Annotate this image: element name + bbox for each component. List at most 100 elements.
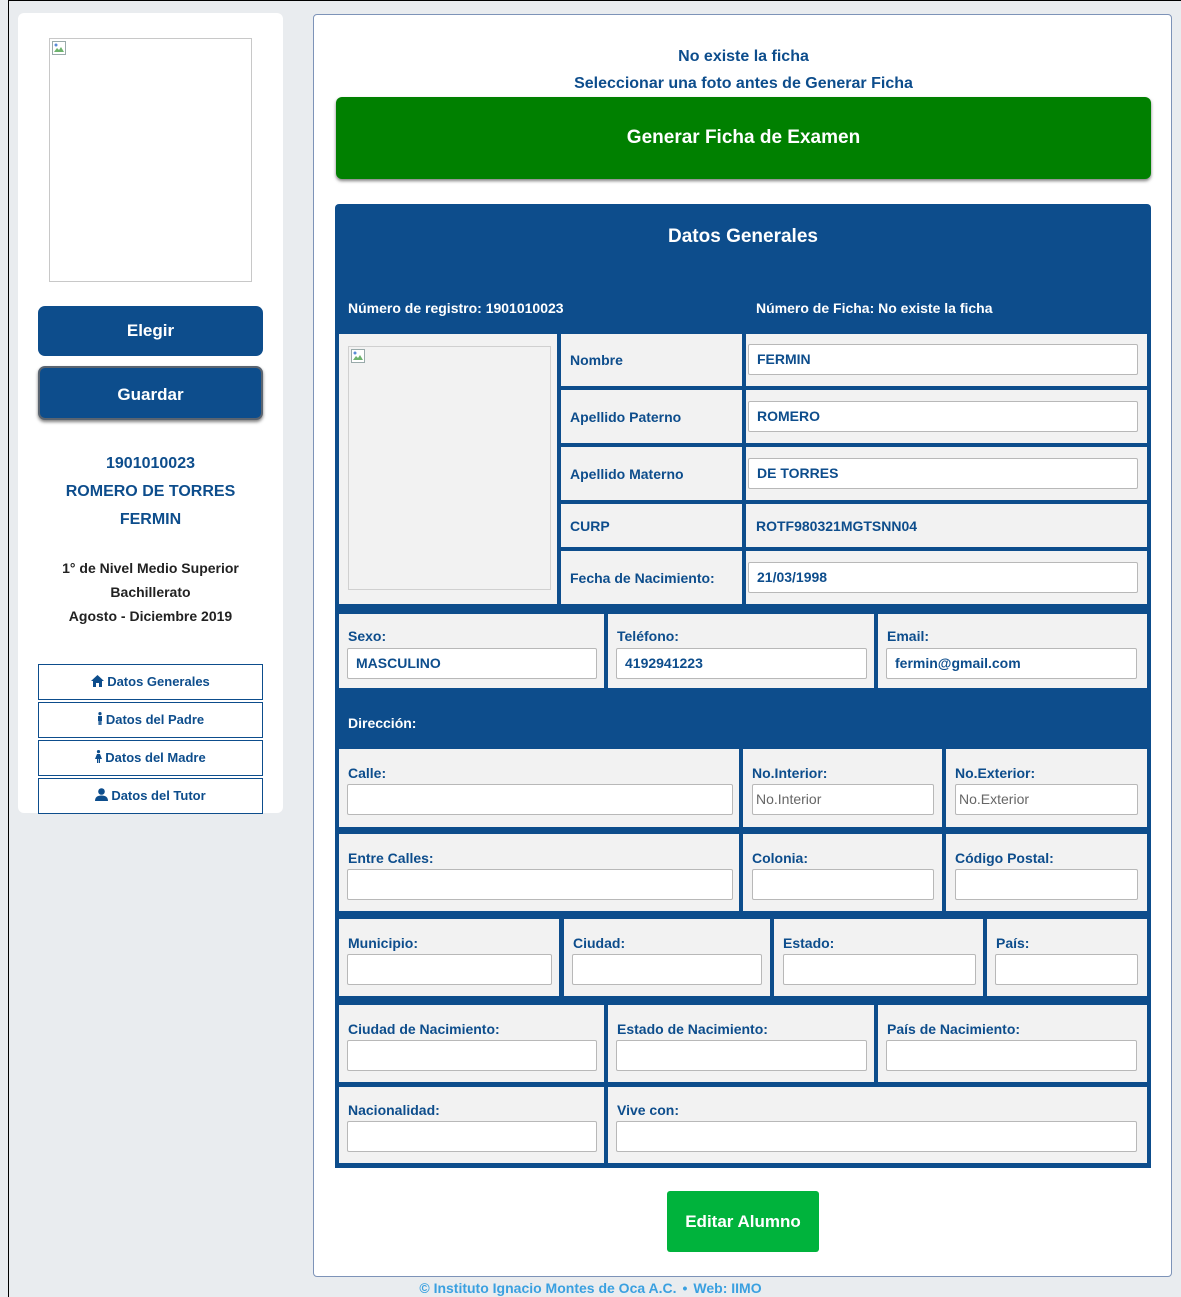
student-lastnames: ROMERO DE TORRES [65,483,236,500]
entre-calles-label: Entre Calles: [348,850,434,866]
sidebar: Elegir Guardar 1901010023 ROMERO DE TORR… [18,13,283,816]
sidebar-item-datos-padre[interactable]: Datos del Padre [38,702,263,738]
no-exterior-cell: No.Exterior: No.Exterior [946,749,1147,827]
ciudad-nac-label: Ciudad de Nacimiento: [348,1021,500,1037]
no-interior-label: No.Interior: [752,765,828,781]
ciudad-cell: Ciudad: [564,919,770,996]
no-exterior-field[interactable]: No.Exterior [955,784,1138,815]
section-title: Datos Generales [668,226,818,247]
curp-value: ROTF980321MGTSNN04 [756,518,918,534]
window-border-top [8,0,1181,1]
sexo-cell: Sexo: MASCULINO [339,614,604,688]
curp-value-cell: ROTF980321MGTSNN04 [746,504,1147,547]
ficha-notice: No existe la ficha Seleccionar una foto … [314,43,1173,97]
paterno-input-cell: ROMERO [746,390,1147,443]
nacionalidad-field[interactable] [347,1121,597,1152]
municipio-cell: Municipio: [339,919,559,996]
numero-registro: Número de registro: 1901010023 [348,300,564,316]
avatar [49,38,252,282]
guardar-button[interactable]: Guardar [38,366,263,420]
apellido-materno-field[interactable]: DE TORRES [748,458,1138,489]
pais-nac-label: País de Nacimiento: [887,1021,1021,1037]
estado-cell: Estado: [774,919,983,996]
telefono-cell: Teléfono: 4192941223 [608,614,874,688]
telefono-field[interactable]: 4192941223 [616,648,867,679]
footer-web-label: Web: [693,1280,728,1296]
materno-input-cell: DE TORRES [746,447,1147,500]
notice-line-2: Seleccionar una foto antes de Generar Fi… [574,75,913,92]
no-interior-cell: No.Interior: No.Interior [743,749,942,827]
estado-nac-cell: Estado de Nacimiento: [608,1005,874,1082]
nacimiento-input-cell: 21/03/1998 [746,551,1147,604]
curp-label: CURP [570,518,610,534]
nacimiento-label: Fecha de Nacimiento: [570,570,715,586]
sidebar-item-label: Datos Generales [107,674,210,689]
vive-con-label: Vive con: [617,1102,679,1118]
sidebar-nav: Datos Generales Datos del Padre Datos de… [38,664,263,816]
sidebar-item-datos-madre[interactable]: Datos del Madre [38,740,263,776]
broken-image-icon [351,349,365,363]
fecha-nacimiento-field[interactable]: 21/03/1998 [748,562,1138,593]
materno-label: Apellido Materno [570,466,684,482]
generar-ficha-button[interactable]: Generar Ficha de Examen [336,97,1151,179]
vive-con-field[interactable] [616,1121,1137,1152]
sidebar-item-label: Datos del Tutor [111,788,206,803]
editar-alumno-button[interactable]: Editar Alumno [667,1191,819,1252]
pais-field[interactable] [995,954,1138,985]
elegir-button[interactable]: Elegir [38,306,263,356]
apellido-paterno-field[interactable]: ROMERO [748,401,1138,432]
sidebar-item-label: Datos del Padre [105,712,205,727]
student-level: 1° de Nivel Medio Superior [62,560,239,576]
female-icon [95,750,103,763]
nombre-field[interactable]: FERMIN [748,344,1138,375]
codigo-postal-label: Código Postal: [955,850,1054,866]
student-summary: 1901010023 ROMERO DE TORRES FERMIN [18,450,283,534]
footer-web-link[interactable]: IIMO [731,1280,761,1296]
colonia-field[interactable] [752,869,934,900]
sidebar-item-label: Datos del Madre [105,750,206,765]
pais-cell: País: [987,919,1147,996]
colonia-cell: Colonia: [743,834,942,911]
footer-copyright: © Instituto Ignacio Montes de Oca A.C. [419,1280,677,1296]
telefono-label: Teléfono: [617,628,679,644]
notice-line-1: No existe la ficha [678,48,809,65]
main-panel: No existe la ficha Seleccionar una foto … [313,14,1172,1277]
municipio-field[interactable] [347,954,552,985]
codigo-postal-field[interactable] [955,869,1138,900]
footer-separator: • [682,1280,688,1296]
student-firstname: FERMIN [119,511,182,528]
direccion-label: Dirección: [348,715,417,731]
vive-con-cell: Vive con: [608,1087,1147,1163]
pais-nacimiento-field[interactable] [886,1040,1137,1071]
ciudad-nacimiento-field[interactable] [347,1040,597,1071]
sidebar-item-datos-generales[interactable]: Datos Generales [38,664,263,700]
paterno-label: Apellido Paterno [570,409,682,425]
broken-image-icon [52,41,66,55]
codigo-postal-cell: Código Postal: [946,834,1147,911]
estado-nacimiento-field[interactable] [616,1040,867,1071]
entre-calles-field[interactable] [347,869,733,900]
estado-label: Estado: [783,935,835,951]
colonia-label: Colonia: [752,850,808,866]
no-interior-field[interactable]: No.Interior [752,784,934,815]
calle-field[interactable] [347,784,733,815]
footer: © Instituto Ignacio Montes de Oca A.C. • W… [0,1280,1181,1296]
calle-cell: Calle: [339,749,739,827]
ciudad-field[interactable] [572,954,762,985]
sidebar-item-datos-tutor[interactable]: Datos del Tutor [38,778,263,814]
sexo-field[interactable]: MASCULINO [347,648,597,679]
home-icon [91,675,105,687]
estado-field[interactable] [783,954,976,985]
materno-label-cell: Apellido Materno [561,447,742,500]
male-icon [97,712,102,725]
email-field[interactable]: fermin@gmail.com [886,648,1137,679]
student-period: Agosto - Diciembre 2019 [68,608,233,624]
user-icon [95,788,109,801]
ciudad-label: Ciudad: [573,935,626,951]
numero-ficha: Número de Ficha: No existe la ficha [756,300,993,316]
email-label: Email: [887,628,930,644]
student-program: Bachillerato [110,584,191,600]
curp-label-cell: CURP [561,504,742,547]
nombre-input-cell: FERMIN [746,334,1147,386]
no-exterior-label: No.Exterior: [955,765,1036,781]
